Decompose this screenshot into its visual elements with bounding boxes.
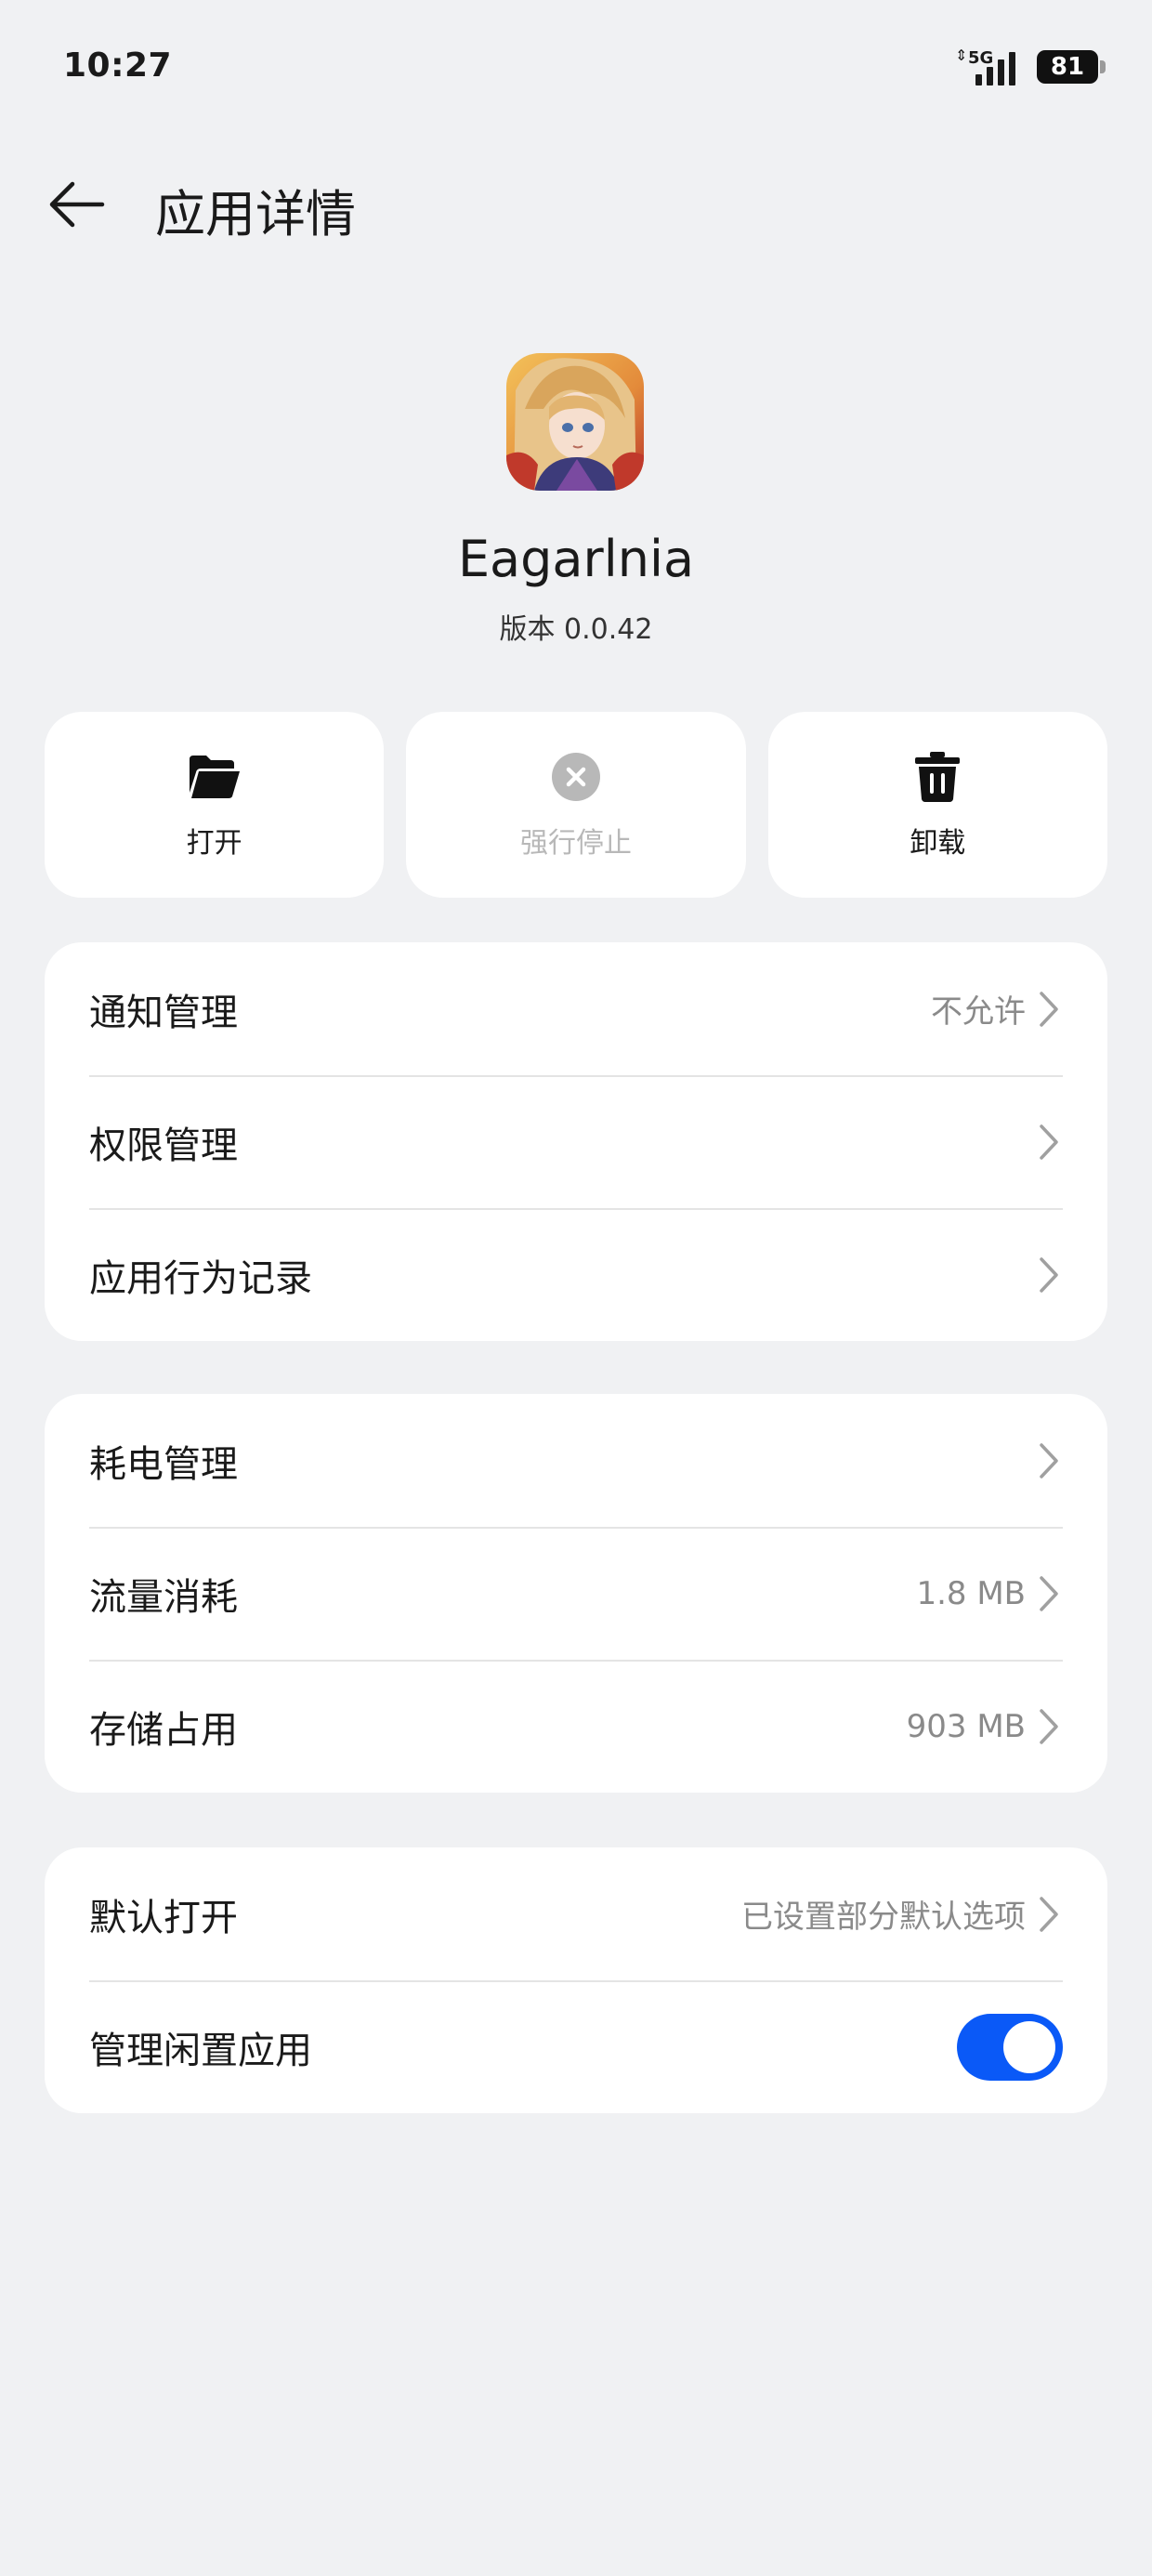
close-circle-icon: [548, 749, 604, 805]
row-app-behavior-log[interactable]: 应用行为记录: [45, 1208, 1107, 1341]
row-label: 通知管理: [89, 991, 238, 1034]
open-button[interactable]: 打开: [45, 712, 385, 898]
row-power-management[interactable]: 耗电管理: [45, 1394, 1107, 1527]
row-label: 耗电管理: [89, 1442, 238, 1486]
chevron-right-icon: [1035, 1122, 1063, 1163]
row-label: 流量消耗: [89, 1575, 238, 1619]
row-value: 1.8 MB: [916, 1574, 1026, 1612]
app-version: 版本 0.0.42: [499, 613, 653, 646]
app-icon: [506, 353, 644, 491]
row-default-open[interactable]: 默认打开 已设置部分默认选项: [45, 1847, 1107, 1980]
chevron-right-icon: [1035, 1255, 1063, 1295]
row-label: 默认打开: [89, 1896, 238, 1939]
action-buttons: 打开 强行停止 卸载: [45, 712, 1107, 898]
force-stop-button[interactable]: 强行停止: [406, 712, 746, 898]
uninstall-button[interactable]: 卸载: [767, 712, 1107, 898]
status-time: 10:27: [63, 46, 173, 85]
row-data-usage[interactable]: 流量消耗 1.8 MB: [45, 1527, 1107, 1660]
force-stop-label: 强行停止: [519, 827, 632, 860]
settings-card-defaults: 默认打开 已设置部分默认选项 管理闲置应用: [45, 1847, 1107, 2113]
row-label: 存储占用: [89, 1708, 238, 1752]
battery-tip: [1100, 60, 1106, 73]
row-label: 应用行为记录: [89, 1256, 312, 1300]
row-storage-usage[interactable]: 存储占用 903 MB: [45, 1660, 1107, 1793]
settings-card-usage: 耗电管理 流量消耗 1.8 MB 存储占用 903 MB: [45, 1394, 1107, 1793]
row-value: 已设置部分默认选项: [741, 1899, 1026, 1936]
trash-icon: [910, 749, 965, 805]
app-icon-image: [506, 353, 644, 491]
row-permission-management[interactable]: 权限管理: [45, 1075, 1107, 1208]
uninstall-label: 卸载: [910, 827, 966, 860]
header: 应用详情: [0, 158, 1152, 251]
toggle-knob: [1003, 2020, 1055, 2073]
row-notification-management[interactable]: 通知管理 不允许: [45, 942, 1107, 1075]
chevron-right-icon: [1035, 1706, 1063, 1747]
chevron-right-icon: [1035, 1894, 1063, 1935]
row-label: 管理闲置应用: [89, 2029, 312, 2072]
settings-card-management: 通知管理 不允许 权限管理 应用行为记录: [45, 942, 1107, 1341]
signal-icon: ⇕ 5G: [955, 48, 1024, 85]
chevron-right-icon: [1035, 1440, 1063, 1481]
signal-bars-icon: [975, 52, 1015, 85]
idle-apps-toggle[interactable]: [957, 2013, 1063, 2081]
battery-icon: 81: [1037, 50, 1106, 84]
back-arrow-icon: [49, 181, 105, 228]
chevron-right-icon: [1035, 1573, 1063, 1614]
folder-open-icon: [187, 749, 242, 805]
page-title: 应用详情: [155, 185, 356, 243]
app-name: Eagarlnia: [457, 530, 695, 588]
battery-level: 81: [1050, 53, 1085, 81]
status-bar: 10:27 ⇕ 5G 81: [0, 0, 1152, 139]
row-value: 903 MB: [906, 1707, 1026, 1745]
row-label: 权限管理: [89, 1124, 238, 1167]
back-button[interactable]: [37, 167, 115, 242]
status-icons: ⇕ 5G 81: [955, 48, 1106, 85]
row-value: 不允许: [931, 993, 1026, 1031]
chevron-right-icon: [1035, 989, 1063, 1030]
row-manage-idle-apps: 管理闲置应用: [45, 1980, 1107, 2113]
data-arrows-icon: ⇕: [955, 46, 968, 64]
open-label: 打开: [186, 827, 242, 860]
app-details-page: 10:27 ⇕ 5G 81 应用详情 Eagarlnia 版本 0.0.42 打…: [0, 0, 1152, 2576]
